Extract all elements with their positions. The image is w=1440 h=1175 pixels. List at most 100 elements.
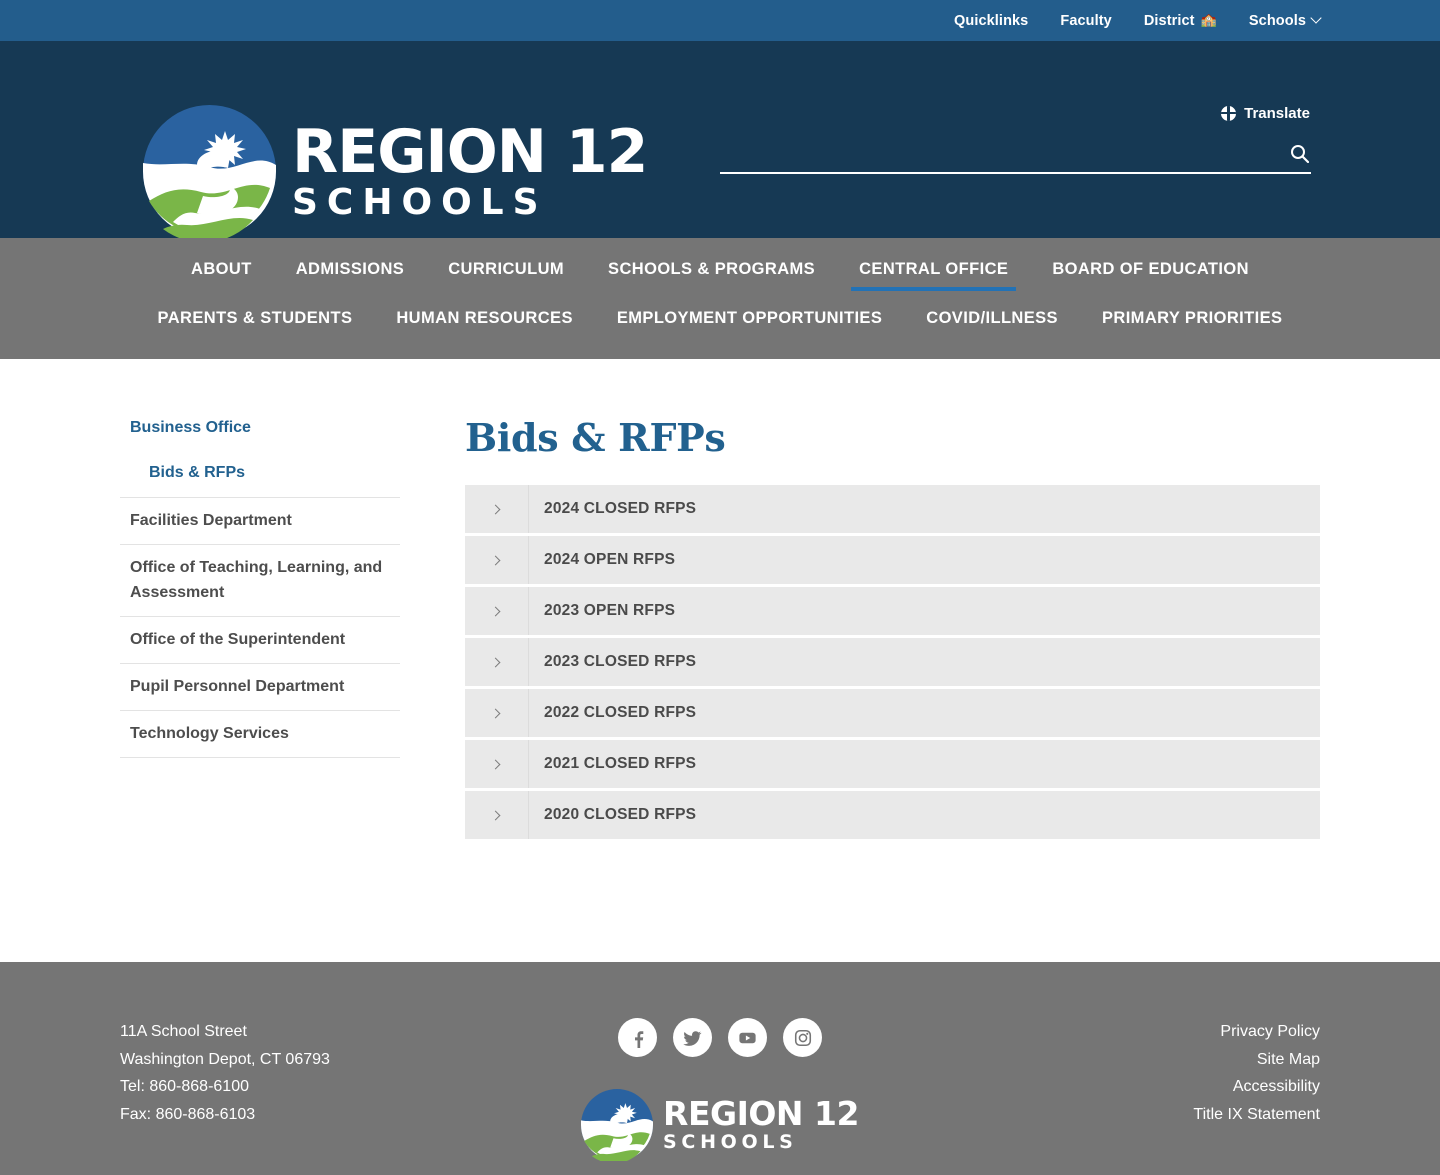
- search-submit-button[interactable]: [1284, 144, 1311, 170]
- region12-badge-icon: [143, 105, 276, 243]
- accordion-toggle[interactable]: [465, 740, 529, 788]
- accordion-row[interactable]: 2023 CLOSED RFPS: [465, 638, 1320, 686]
- accordion-label: 2023 OPEN RFPS: [544, 602, 676, 619]
- footer-link-title-ix-statement[interactable]: Title IX Statement: [990, 1101, 1320, 1129]
- site-header: REGION 12 SCHOOLS Translate: [0, 41, 1440, 243]
- sidebar-item-facilities-department[interactable]: Facilities Department: [120, 498, 400, 545]
- nav-item-schools-programs[interactable]: SCHOOLS & PROGRAMS: [586, 252, 837, 291]
- accordion-row[interactable]: 2020 CLOSED RFPS: [465, 791, 1320, 839]
- nav-item-label: EMPLOYMENT OPPORTUNITIES: [616, 309, 883, 327]
- nav-item-human-resources[interactable]: HUMAN RESOURCES: [374, 301, 595, 340]
- social-link-youtube[interactable]: [728, 1018, 767, 1057]
- accordion-row[interactable]: 2023 OPEN RFPS: [465, 587, 1320, 635]
- footer-contact: 11A School Street Washington Depot, CT 0…: [120, 1018, 450, 1161]
- accordion-label: 2022 CLOSED RFPS: [544, 704, 697, 721]
- sidebar-item-pupil-personnel-department[interactable]: Pupil Personnel Department: [120, 664, 400, 711]
- translate-button[interactable]: Translate: [1221, 105, 1310, 122]
- site-footer: 11A School Street Washington Depot, CT 0…: [0, 962, 1440, 1175]
- footer-logo-title: REGION 12: [663, 1094, 859, 1133]
- nav-item-central-office[interactable]: CENTRAL OFFICE: [837, 252, 1030, 291]
- logo-wordmark: REGION 12 SCHOOLS: [292, 121, 648, 223]
- nav-item-label: COVID/ILLNESS: [926, 309, 1058, 327]
- search-input[interactable]: [720, 145, 1284, 168]
- facebook-icon: [634, 1030, 643, 1048]
- page-title: Bids & RFPs: [465, 415, 726, 460]
- nav-item-about[interactable]: ABOUT: [169, 252, 274, 291]
- site-logo[interactable]: REGION 12 SCHOOLS: [143, 105, 648, 243]
- section-sidebar: Business Office Bids & RFPs Facilities D…: [120, 415, 410, 892]
- footer-link-privacy-policy[interactable]: Privacy Policy: [990, 1018, 1320, 1046]
- accordion-toggle[interactable]: [465, 536, 529, 584]
- page-content: Business Office Bids & RFPs Facilities D…: [0, 359, 1440, 892]
- accordion-toggle[interactable]: [465, 587, 529, 635]
- nav-item-label: BOARD OF EDUCATION: [1052, 260, 1249, 278]
- logo-subtitle: SCHOOLS: [292, 181, 548, 223]
- accordion-label: 2020 CLOSED RFPS: [544, 806, 697, 823]
- social-links: [618, 1018, 822, 1057]
- globe-icon: [1221, 106, 1237, 121]
- nav-item-primary-priorities[interactable]: PRIMARY PRIORITIES: [1080, 301, 1304, 340]
- chevron-right-icon: [490, 708, 501, 718]
- topbar-link-label: Schools: [1248, 12, 1306, 29]
- sidebar-item-label: Facilities Department: [130, 512, 292, 529]
- accordion-label: 2021 CLOSED RFPS: [544, 755, 697, 772]
- sidebar-item-office-of-teaching-learning-assessment[interactable]: Office of Teaching, Learning, and Assess…: [120, 545, 400, 617]
- nav-item-label: PRIMARY PRIORITIES: [1101, 309, 1283, 327]
- translate-label: Translate: [1244, 105, 1310, 122]
- region12-badge-icon: [581, 1089, 654, 1164]
- rfp-accordion: 2024 CLOSED RFPS 2024 OPEN RFPS 2023 OPE…: [465, 485, 1320, 839]
- social-link-instagram[interactable]: [783, 1018, 822, 1057]
- nav-item-parents-students[interactable]: PARENTS & STUDENTS: [136, 301, 375, 340]
- footer-link-accessibility[interactable]: Accessibility: [990, 1073, 1320, 1101]
- accordion-row[interactable]: 2022 CLOSED RFPS: [465, 689, 1320, 737]
- nav-item-label: SCHOOLS & PROGRAMS: [608, 260, 816, 278]
- youtube-icon: [739, 1032, 756, 1044]
- sidebar-item-label: Technology Services: [130, 725, 289, 742]
- footer-logo-subtitle: SCHOOLS: [663, 1131, 798, 1153]
- footer-links: Privacy Policy Site Map Accessibility Ti…: [990, 1018, 1320, 1161]
- accordion-toggle[interactable]: [465, 485, 529, 533]
- social-link-facebook[interactable]: [618, 1018, 657, 1057]
- nav-item-label: CURRICULUM: [448, 260, 565, 278]
- home-icon: 🏫: [1200, 12, 1217, 27]
- accordion-label: 2024 OPEN RFPS: [544, 551, 676, 568]
- nav-item-label: CENTRAL OFFICE: [859, 260, 1009, 278]
- footer-address-line: 11A School Street: [120, 1023, 247, 1040]
- topbar-link-schools[interactable]: Schools: [1248, 11, 1322, 29]
- sidebar-item-office-of-the-superintendent[interactable]: Office of the Superintendent: [120, 617, 400, 664]
- topbar-link-quicklinks[interactable]: Quicklinks: [954, 13, 1028, 29]
- sidebar-item-label: Office of the Superintendent: [130, 631, 346, 648]
- nav-item-curriculum[interactable]: CURRICULUM: [426, 252, 586, 291]
- accordion-row[interactable]: 2021 CLOSED RFPS: [465, 740, 1320, 788]
- main-navigation: ABOUT ADMISSIONS CURRICULUM SCHOOLS & PR…: [0, 238, 1440, 359]
- nav-row-primary: ABOUT ADMISSIONS CURRICULUM SCHOOLS & PR…: [120, 238, 1320, 291]
- accordion-row[interactable]: 2024 OPEN RFPS: [465, 536, 1320, 584]
- nav-item-employment-opportunities[interactable]: EMPLOYMENT OPPORTUNITIES: [595, 301, 904, 340]
- instagram-icon: [794, 1029, 811, 1046]
- nav-row-secondary: PARENTS & STUDENTS HUMAN RESOURCES EMPLO…: [120, 291, 1320, 359]
- chevron-right-icon: [490, 555, 501, 565]
- footer-logo[interactable]: REGION 12 SCHOOLS: [581, 1089, 859, 1164]
- sidebar-item-bids-rfps[interactable]: Bids & RFPs: [120, 451, 400, 498]
- topbar-link-label: District: [1143, 12, 1195, 29]
- accordion-toggle[interactable]: [465, 791, 529, 839]
- topbar-link-district[interactable]: District 🏫: [1144, 13, 1217, 29]
- sidebar-item-label: Pupil Personnel Department: [130, 678, 345, 695]
- topbar-link-faculty[interactable]: Faculty: [1060, 13, 1111, 29]
- topbar-link-label: Quicklinks: [954, 12, 1029, 29]
- social-link-twitter[interactable]: [673, 1018, 712, 1057]
- accordion-toggle[interactable]: [465, 689, 529, 737]
- nav-item-board-of-education[interactable]: BOARD OF EDUCATION: [1030, 252, 1271, 291]
- topbar-link-label: Faculty: [1060, 12, 1112, 29]
- accordion-toggle[interactable]: [465, 638, 529, 686]
- sidebar-item-business-office[interactable]: Business Office: [120, 415, 400, 451]
- accordion-label: 2024 CLOSED RFPS: [544, 500, 697, 517]
- accordion-row[interactable]: 2024 CLOSED RFPS: [465, 485, 1320, 533]
- twitter-icon: [683, 1031, 702, 1046]
- chevron-right-icon: [490, 606, 501, 616]
- nav-item-admissions[interactable]: ADMISSIONS: [274, 252, 427, 291]
- nav-item-covid-illness[interactable]: COVID/ILLNESS: [904, 301, 1080, 340]
- nav-item-label: ABOUT: [191, 260, 252, 278]
- footer-link-site-map[interactable]: Site Map: [990, 1046, 1320, 1074]
- sidebar-item-technology-services[interactable]: Technology Services: [120, 711, 400, 758]
